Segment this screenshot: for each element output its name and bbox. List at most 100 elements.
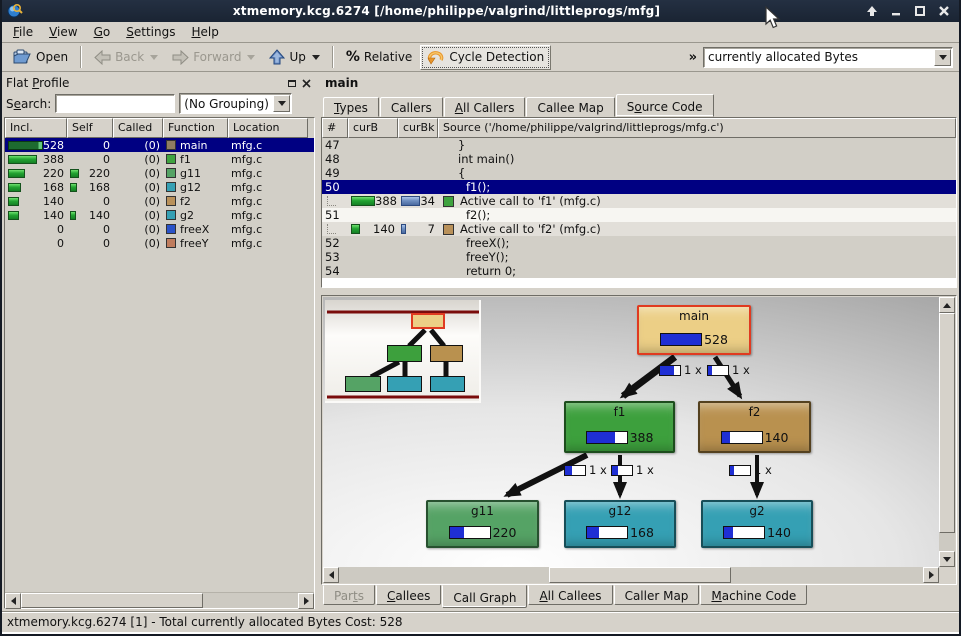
app-icon [6,2,24,20]
column-header-self[interactable]: Self [67,118,113,138]
source-cell: { [438,166,956,180]
back-dropdown-icon[interactable] [150,55,158,60]
self-bar [70,211,76,220]
graph-node-f2[interactable]: f2140 [698,401,811,453]
scrollbar-track[interactable] [339,567,549,583]
table-row-g11[interactable]: 220220(0)g11mfg.c [5,166,314,180]
source-row-47[interactable]: 47} [322,138,956,152]
graph-node-g2[interactable]: g2140 [701,500,813,548]
scroll-down-button[interactable] [939,551,955,567]
close-button[interactable] [937,4,951,18]
source-column-header-curbk[interactable]: curBk [398,118,438,138]
toolbar-overflow-chevron[interactable]: » [685,50,701,65]
graph-node-g12[interactable]: g12168 [564,500,676,548]
scrollbar-thumb[interactable] [549,567,731,583]
tab-callees[interactable]: Callees [376,585,441,605]
tab-callee-map[interactable]: Callee Map [526,97,614,117]
forward-button[interactable]: Forward [166,45,261,70]
tab-caller-map[interactable]: Caller Map [614,585,700,605]
edge-call-count: 1 x [684,363,702,377]
main-content: Flat Profile Search: (No Grouping) Incl.… [2,72,959,611]
shade-button[interactable] [865,4,879,18]
scrollbar-thumb[interactable] [939,313,955,533]
table-row-main[interactable]: 5280(0)mainmfg.c [5,138,314,152]
graph-node-main[interactable]: main528 [637,305,751,355]
function-name: g2 [180,209,194,222]
graph-minimap[interactable] [325,300,481,403]
menu-item-help[interactable]: Help [184,23,225,41]
call-graph-view[interactable]: main528f1388f2140g11220g12168g21401 x1 x… [323,297,939,567]
source-row-52[interactable]: 52freeX(); [322,236,956,250]
graph-vscrollbar[interactable] [939,297,955,567]
column-header-incl[interactable]: Incl. [5,118,67,138]
grouping-dropdown-button[interactable] [273,95,290,112]
source-call-row[interactable]: 1407Active call to 'f2' (mfg.c) [322,222,956,236]
graph-node-g11[interactable]: g11220 [426,500,539,548]
horizontal-splitter[interactable] [321,288,957,295]
table-row-g12[interactable]: 168168(0)g12mfg.c [5,180,314,194]
scroll-right-button[interactable] [923,567,939,583]
dock-titlebar[interactable]: Flat Profile [4,74,315,92]
menu-item-file[interactable]: File [6,23,40,41]
graph-hscrollbar[interactable] [323,567,939,583]
scrollbar-track[interactable] [731,567,923,583]
edge-cost-bar [729,465,751,476]
tab-call-graph[interactable]: Call Graph [442,585,527,608]
triangle-right-icon [304,597,309,605]
up-dropdown-icon[interactable] [312,55,320,60]
titlebar[interactable]: xtmemory.kcg.6274 [/home/philippe/valgri… [2,0,959,22]
source-row-53[interactable]: 53freeY(); [322,250,956,264]
scrollbar-thumb[interactable] [21,593,203,608]
cost-type-dropdown-button[interactable] [934,49,951,66]
source-row-51[interactable]: 51f2(); [322,208,956,222]
tab-types[interactable]: Types [323,97,379,117]
minimize-button[interactable] [889,4,903,18]
maximize-button[interactable] [913,4,927,18]
source-column-header-#[interactable]: # [322,118,348,138]
tab-callers[interactable]: Callers [380,97,443,117]
source-call-row[interactable]: 38834Active call to 'f1' (mfg.c) [322,194,956,208]
relative-toggle-button[interactable]: % Relative [340,45,418,70]
tab-all-callees[interactable]: All Callees [528,585,612,605]
source-row-49[interactable]: 49{ [322,166,956,180]
source-column-header-source[interactable]: Source ('/home/philippe/valgrind/littlep… [438,118,956,138]
table-row-freeX[interactable]: 00(0)freeXmfg.c [5,222,314,236]
column-header-function[interactable]: Function [163,118,228,138]
menu-item-go[interactable]: Go [87,23,118,41]
scrollbar-track[interactable] [203,593,298,608]
source-column-header-curb[interactable]: curB [348,118,398,138]
tab-source-code[interactable]: Source Code [616,94,714,117]
minimap-edge [371,362,399,377]
cycle-detection-button[interactable]: Cycle Detection [420,45,551,70]
dock-float-button[interactable] [285,76,299,90]
column-header-called[interactable]: Called [113,118,163,138]
table-row-f2[interactable]: 1400(0)f2mfg.c [5,194,314,208]
scroll-left-button[interactable] [323,567,339,583]
percent-icon: % [346,49,360,65]
flat-profile-hscrollbar[interactable] [5,592,314,608]
open-button[interactable]: Open [6,45,74,70]
tab-machine-code[interactable]: Machine Code [700,585,807,605]
forward-dropdown-icon[interactable] [247,55,255,60]
source-row-54[interactable]: 54return 0; [322,264,956,278]
scroll-right-button[interactable] [298,593,314,609]
menu-item-settings[interactable]: Settings [119,23,182,41]
back-button[interactable]: Back [88,45,164,70]
table-row-g2[interactable]: 140140(0)g2mfg.c [5,208,314,222]
dock-close-button[interactable] [299,76,313,90]
table-row-freeY[interactable]: 00(0)freeYmfg.c [5,236,314,250]
graph-node-f1[interactable]: f1388 [564,401,675,453]
column-header-location[interactable]: Location [228,118,308,138]
search-input[interactable] [55,94,175,113]
source-row-48[interactable]: 48int main() [322,152,956,166]
table-row-f1[interactable]: 3880(0)f1mfg.c [5,152,314,166]
cost-type-combobox[interactable]: currently allocated Bytes [703,47,953,68]
scrollbar-track[interactable] [939,533,955,551]
tab-all-callers[interactable]: All Callers [444,97,526,117]
source-row-50[interactable]: 50f1(); [322,180,956,194]
menu-item-view[interactable]: View [42,23,84,41]
grouping-combobox[interactable]: (No Grouping) [179,93,292,114]
scroll-left-button[interactable] [5,593,21,609]
scroll-up-button[interactable] [939,297,955,313]
up-button[interactable]: Up [263,45,325,70]
